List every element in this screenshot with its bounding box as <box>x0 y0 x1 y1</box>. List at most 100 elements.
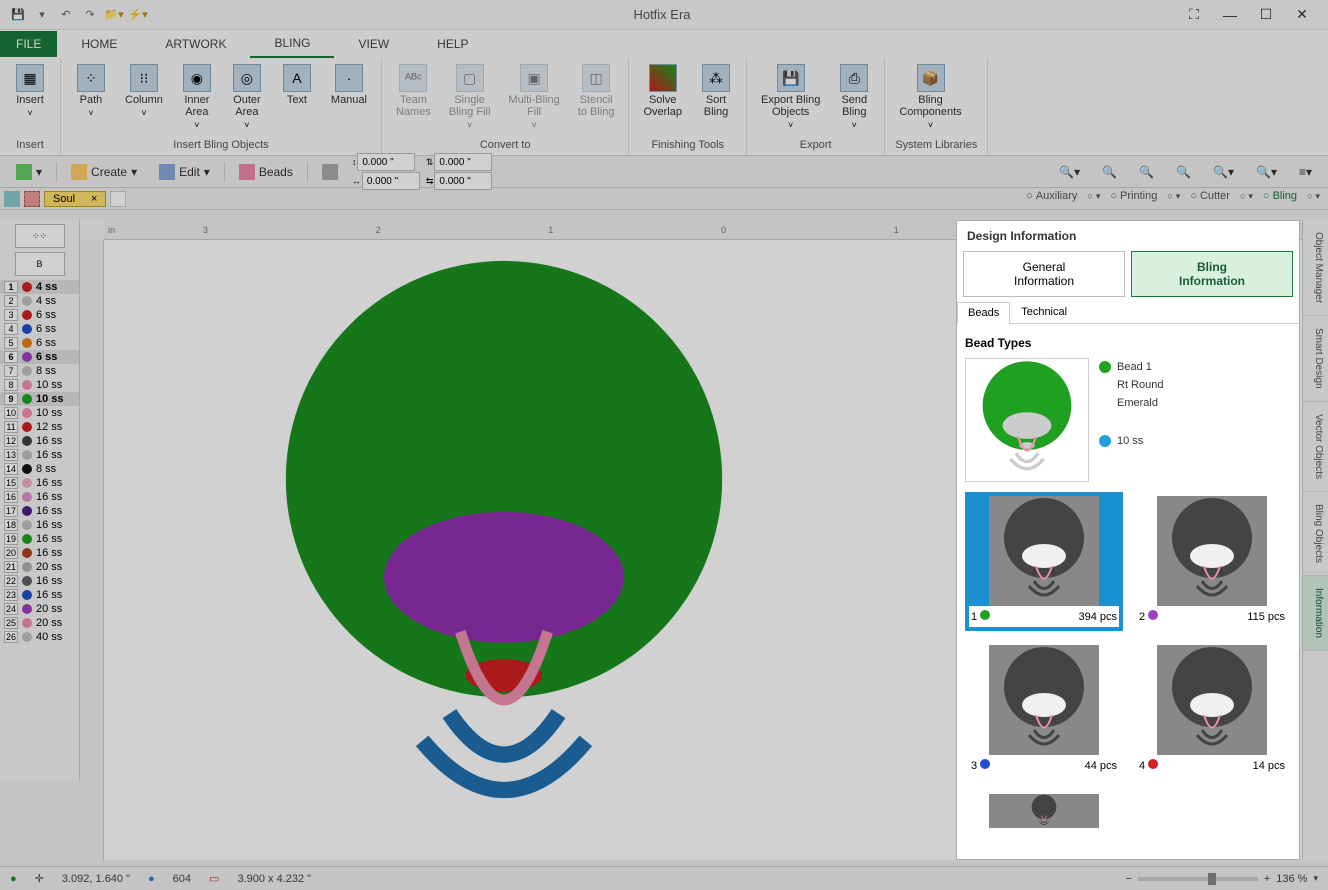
insert-button[interactable]: ▦Insert˅ <box>10 62 50 120</box>
export-objects-button[interactable]: 💾Export Bling Objects˅ <box>757 62 824 132</box>
close-button[interactable]: ✕ <box>1288 3 1316 27</box>
palette-row-5[interactable]: 56 ss <box>0 336 79 350</box>
sidetab-smart-design[interactable]: Smart Design <box>1303 316 1328 402</box>
save-icon[interactable]: 💾 <box>8 5 28 25</box>
multi-fill-button[interactable]: ▣Multi-Bling Fill˅ <box>504 62 563 132</box>
palette-row-9[interactable]: 910 ss <box>0 392 79 406</box>
palette-row-15[interactable]: 1516 ss <box>0 476 79 490</box>
stencil-button[interactable]: ◫Stencil to Bling <box>574 62 619 120</box>
undo-icon[interactable]: ↶ <box>56 5 76 25</box>
palette-row-8[interactable]: 810 ss <box>0 378 79 392</box>
tab-help[interactable]: HELP <box>413 31 492 57</box>
sidetab-bling-objects[interactable]: Bling Objects <box>1303 492 1328 576</box>
palette-row-4[interactable]: 46 ss <box>0 322 79 336</box>
palette-row-14[interactable]: 148 ss <box>0 462 79 476</box>
spin-2[interactable] <box>362 172 420 190</box>
new-doc-icon[interactable] <box>110 191 126 207</box>
palette-row-21[interactable]: 2120 ss <box>0 560 79 574</box>
zoom-slider[interactable] <box>1138 877 1258 881</box>
palette-row-26[interactable]: 2640 ss <box>0 630 79 644</box>
zoom-tool-2[interactable]: 🔍 <box>1094 161 1125 183</box>
outer-area-button[interactable]: ◎Outer Area˅ <box>227 62 267 132</box>
close-doc-icon[interactable]: × <box>91 193 97 205</box>
solve-overlap-button[interactable]: Solve Overlap <box>639 62 686 120</box>
palette-thumb-1[interactable]: ⁘⁘ <box>15 224 65 248</box>
palette-row-1[interactable]: 14 ss <box>0 280 79 294</box>
spin-4[interactable] <box>434 172 492 190</box>
tab-artwork[interactable]: ARTWORK <box>141 31 250 57</box>
palette-thumb-b[interactable]: B <box>15 252 65 276</box>
palette-row-11[interactable]: 1112 ss <box>0 420 79 434</box>
palette-row-24[interactable]: 2420 ss <box>0 602 79 616</box>
inner-area-button[interactable]: ◉Inner Area˅ <box>177 62 217 132</box>
bead-card-5[interactable] <box>965 790 1123 832</box>
palette-row-10[interactable]: 1010 ss <box>0 406 79 420</box>
zoom-tool-5[interactable]: 🔍▾ <box>1205 161 1242 183</box>
opt-cutter[interactable]: Cutter <box>1190 190 1230 202</box>
fullscreen-icon[interactable]: ⛶ <box>1180 3 1208 27</box>
sort-bling-button[interactable]: ⁂Sort Bling <box>696 62 736 120</box>
maximize-button[interactable]: ☐ <box>1252 3 1280 27</box>
palette-row-23[interactable]: 2316 ss <box>0 588 79 602</box>
palette-row-6[interactable]: 66 ss <box>0 350 79 364</box>
nav-icon-2[interactable] <box>24 191 40 207</box>
tab-bling[interactable]: BLING <box>250 30 334 58</box>
edit-button[interactable]: Edit▾ <box>151 160 218 184</box>
spin-3[interactable] <box>434 153 492 171</box>
tab-general-info[interactable]: General Information <box>963 251 1125 297</box>
tab-bling-info[interactable]: Bling Information <box>1131 251 1293 297</box>
bead-card-3[interactable]: 3 44 pcs <box>965 641 1123 780</box>
palette-row-17[interactable]: 1716 ss <box>0 504 79 518</box>
align-button[interactable] <box>314 160 346 184</box>
new-button[interactable]: ▾ <box>8 160 50 184</box>
column-button[interactable]: ⁝⁝Column˅ <box>121 62 167 120</box>
bead-card-1[interactable]: 1 394 pcs <box>965 492 1123 631</box>
dropdown-icon[interactable]: ▾ <box>32 5 52 25</box>
palette-row-2[interactable]: 24 ss <box>0 294 79 308</box>
folder-icon[interactable]: 📁▾ <box>104 5 124 25</box>
opt-auxiliary[interactable]: Auxiliary <box>1026 190 1077 202</box>
minimize-button[interactable]: — <box>1216 3 1244 27</box>
sidetab-vector-objects[interactable]: Vector Objects <box>1303 402 1328 492</box>
zoom-tool-4[interactable]: 🔍 <box>1168 161 1199 183</box>
tab-home[interactable]: HOME <box>57 31 141 57</box>
sidetab-information[interactable]: Information <box>1303 576 1328 651</box>
palette-row-3[interactable]: 36 ss <box>0 308 79 322</box>
zoom-tool-1[interactable]: 🔍▾ <box>1051 161 1088 183</box>
send-bling-button[interactable]: ⎙Send Bling˅ <box>834 62 874 132</box>
team-names-button[interactable]: ᴬᴮᶜTeam Names <box>392 62 435 120</box>
palette-row-22[interactable]: 2216 ss <box>0 574 79 588</box>
subtab-technical[interactable]: Technical <box>1010 301 1078 323</box>
text-button[interactable]: AText <box>277 62 317 108</box>
nav-icon-1[interactable] <box>4 191 20 207</box>
palette-row-12[interactable]: 1216 ss <box>0 434 79 448</box>
redo-icon[interactable]: ↷ <box>80 5 100 25</box>
palette-row-25[interactable]: 2520 ss <box>0 616 79 630</box>
tab-view[interactable]: VIEW <box>334 31 413 57</box>
path-button[interactable]: ⁘Path˅ <box>71 62 111 120</box>
list-button[interactable]: ≡▾ <box>1291 161 1320 183</box>
create-button[interactable]: Create▾ <box>63 160 145 184</box>
document-tab[interactable]: Soul × <box>44 191 106 207</box>
bead-card-4[interactable]: 4 14 pcs <box>1133 641 1291 780</box>
zoom-out-button[interactable]: − <box>1125 873 1131 885</box>
lightning-icon[interactable]: ⚡▾ <box>128 5 148 25</box>
zoom-tool-3[interactable]: 🔍 <box>1131 161 1162 183</box>
tab-file[interactable]: FILE <box>0 31 57 57</box>
opt-bling[interactable]: Bling <box>1263 190 1297 202</box>
components-button[interactable]: 📦Bling Components˅ <box>895 62 965 132</box>
sidetab-object-manager[interactable]: Object Manager <box>1303 220 1328 316</box>
bead-card-2[interactable]: 2 115 pcs <box>1133 492 1291 631</box>
zoom-in-button[interactable]: + <box>1264 873 1270 885</box>
palette-row-7[interactable]: 78 ss <box>0 364 79 378</box>
opt-printing[interactable]: Printing <box>1110 190 1157 202</box>
spin-1[interactable] <box>357 153 415 171</box>
palette-row-19[interactable]: 1916 ss <box>0 532 79 546</box>
palette-row-20[interactable]: 2016 ss <box>0 546 79 560</box>
subtab-beads[interactable]: Beads <box>957 302 1010 324</box>
beads-button[interactable]: Beads <box>231 160 301 184</box>
manual-button[interactable]: ·Manual <box>327 62 371 108</box>
zoom-tool-6[interactable]: 🔍▾ <box>1248 161 1285 183</box>
palette-row-18[interactable]: 1816 ss <box>0 518 79 532</box>
single-fill-button[interactable]: ▢Single Bling Fill˅ <box>445 62 495 132</box>
